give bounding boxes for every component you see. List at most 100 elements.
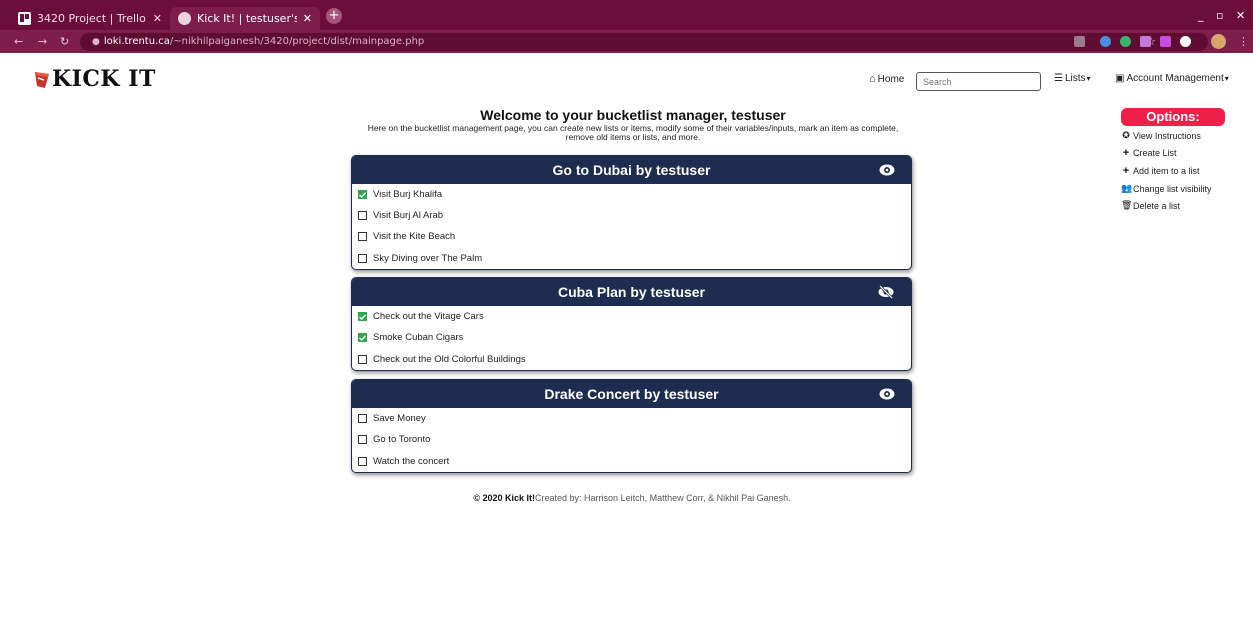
list-header[interactable]: Drake Concert by testuser xyxy=(352,380,911,408)
maximize-icon[interactable]: ▫ xyxy=(1216,9,1223,22)
chevron-down-icon: ▾ xyxy=(1224,74,1229,83)
list-item[interactable]: Check out the Vitage Cars xyxy=(352,306,911,327)
browser-toolbar: ← → ↻ ● loki.trentu.ca/~nikhilpaiganesh/3… xyxy=(0,30,1253,53)
option-label: Delete a list xyxy=(1133,200,1181,211)
search-input[interactable] xyxy=(916,72,1041,91)
bucketlist-card: Cuba Plan by testuser Check out the Vita… xyxy=(351,277,912,371)
trello-icon xyxy=(18,12,31,25)
option-view-instructions[interactable]: ✪ View Instructions xyxy=(1121,130,1225,141)
new-tab-button[interactable]: + xyxy=(326,8,342,24)
eye-icon[interactable] xyxy=(879,380,895,408)
item-label: Go to Toronto xyxy=(373,434,431,445)
page-subtitle: Here on the bucketlist management page, … xyxy=(367,123,899,142)
tab-title: 3420 Project | Trello xyxy=(37,12,146,25)
option-change-visibility[interactable]: 👥 Change list visibility xyxy=(1121,183,1225,194)
extension-icon[interactable] xyxy=(1120,36,1131,47)
list-item[interactable]: Check out the Old Colorful Buildings xyxy=(352,348,911,370)
page-title: Welcome to your bucketlist manager, test… xyxy=(480,107,786,123)
bucketlist-card: Drake Concert by testuser Save Money Go … xyxy=(351,379,912,473)
globe-icon xyxy=(178,12,191,25)
item-label: Visit the Kite Beach xyxy=(373,231,456,242)
address-bar[interactable]: ● loki.trentu.ca/~nikhilpaiganesh/3420/pr… xyxy=(80,33,1208,51)
item-label: Visit Burj Al Arab xyxy=(373,210,444,221)
option-label: Create List xyxy=(1133,148,1177,158)
browser-tab-kickit[interactable]: Kick It! | testuser's Lists ✕ xyxy=(170,7,320,30)
list-header[interactable]: Cuba Plan by testuser xyxy=(352,278,911,306)
list-item[interactable]: Watch the concert xyxy=(352,450,911,472)
checkbox-unchecked[interactable] xyxy=(358,456,367,466)
list-item[interactable]: Save Money xyxy=(352,408,911,429)
checkbox-checked[interactable] xyxy=(358,312,367,321)
checkbox-checked[interactable] xyxy=(358,333,367,342)
checkbox-unchecked[interactable] xyxy=(358,211,367,220)
browser-tab-strip: 3420 Project | Trello ✕ Kick It! | testu… xyxy=(0,0,1253,30)
checkbox-unchecked[interactable] xyxy=(358,354,367,364)
lock-icon: ● xyxy=(92,37,100,47)
option-add-item[interactable]: + Add item to a list xyxy=(1121,165,1225,177)
extension-icon[interactable] xyxy=(1140,36,1151,47)
extension-icon[interactable] xyxy=(1160,36,1171,47)
option-label: View Instructions xyxy=(1133,130,1201,141)
checkbox-checked[interactable] xyxy=(358,190,367,199)
url-host: loki.trentu.ca xyxy=(103,36,170,47)
item-label: Check out the Vitage Cars xyxy=(373,311,484,322)
list-title: Drake Concert by testuser xyxy=(544,386,719,402)
eye-icon[interactable] xyxy=(879,156,895,184)
briefcase-icon: ▣ xyxy=(1115,73,1125,84)
browser-tab-trello[interactable]: 3420 Project | Trello ✕ xyxy=(10,7,170,30)
page-footer: © 2020 Kick It!Created by: Harrison Leit… xyxy=(352,493,912,503)
options-title: Options: xyxy=(1121,108,1225,126)
checkbox-unchecked[interactable] xyxy=(358,232,367,241)
option-label: Add item to a list xyxy=(1133,166,1200,176)
brand-logo[interactable]: KICK IT xyxy=(33,66,156,92)
welcome-section: Welcome to your bucketlist manager, test… xyxy=(353,106,913,142)
back-icon[interactable]: ← xyxy=(14,35,23,48)
list-item[interactable]: Sky Diving over The Palm xyxy=(352,247,911,269)
brand-name: KICK IT xyxy=(52,66,156,92)
list-title: Go to Dubai by testuser xyxy=(552,162,711,178)
item-label: Save Money xyxy=(373,413,426,424)
checkbox-unchecked[interactable] xyxy=(358,435,367,444)
list-title: Cuba Plan by testuser xyxy=(557,284,706,300)
reload-icon[interactable]: ↻ xyxy=(60,35,69,48)
list-item[interactable]: Smoke Cuban Cigars xyxy=(352,327,911,348)
nav-home[interactable]: ⌂ Home xyxy=(869,73,904,85)
extension-icon[interactable] xyxy=(1074,36,1085,47)
extension-icon[interactable] xyxy=(1100,36,1111,47)
list-item[interactable]: Visit the Kite Beach xyxy=(352,226,911,247)
list-header[interactable]: Go to Dubai by testuser xyxy=(352,156,911,184)
footer-brand: © 2020 Kick It! xyxy=(473,493,536,503)
option-label: Change list visibility xyxy=(1133,183,1212,194)
nav-lists-dropdown[interactable]: ☰ Lists ▾ xyxy=(1054,73,1091,84)
checkbox-unchecked[interactable] xyxy=(358,253,367,263)
close-icon[interactable]: ✕ xyxy=(153,12,162,25)
forward-icon[interactable]: → xyxy=(38,35,47,48)
option-create-list[interactable]: + Create List xyxy=(1121,147,1225,159)
minimize-icon[interactable]: _ xyxy=(1198,9,1204,22)
close-icon[interactable]: ✕ xyxy=(303,12,312,25)
bucket-logo-icon xyxy=(33,68,51,90)
nav-account-dropdown[interactable]: ▣ Account Management ▾ xyxy=(1115,73,1229,84)
nav-lists-label: Lists xyxy=(1064,73,1086,84)
trash-icon: 🗑 xyxy=(1121,200,1133,210)
list-item[interactable]: Visit Burj Al Arab xyxy=(352,205,911,226)
checkbox-unchecked[interactable] xyxy=(358,414,367,423)
close-window-icon[interactable]: ✕ xyxy=(1236,9,1245,22)
footer-credits: Created by: Harrison Leitch, Matthew Cor… xyxy=(535,493,791,503)
list-item[interactable]: Visit Burj Khalifa xyxy=(352,184,911,205)
home-icon: ⌂ xyxy=(869,73,876,85)
eye-slash-icon[interactable] xyxy=(877,278,895,306)
list-item[interactable]: Go to Toronto xyxy=(352,429,911,450)
menu-icon[interactable]: ⋮ xyxy=(1238,35,1249,48)
profile-avatar[interactable] xyxy=(1211,34,1226,49)
extension-icon[interactable] xyxy=(1180,36,1191,47)
tab-title: Kick It! | testuser's Lists xyxy=(197,12,297,25)
options-panel: Options: ✪ View Instructions + Create Li… xyxy=(1121,108,1225,211)
users-icon: 👥 xyxy=(1121,183,1133,193)
list-icon: ☰ xyxy=(1054,73,1063,84)
option-delete-list[interactable]: 🗑 Delete a list xyxy=(1121,200,1225,211)
item-label: Visit Burj Khalifa xyxy=(373,189,442,200)
item-label: Watch the concert xyxy=(373,455,450,467)
nav-account-label: Account Management xyxy=(1126,73,1224,84)
question-circle-icon: ✪ xyxy=(1122,130,1130,140)
